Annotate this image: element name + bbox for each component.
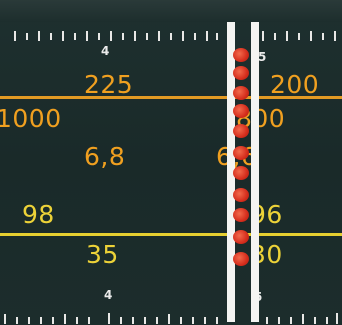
top-scale-mark-5: 5 <box>258 50 267 64</box>
top-scale-mark-4: 4 <box>101 44 110 58</box>
band3-left-value: 6,8 <box>84 142 126 171</box>
radio-tuning-dial: 4 5 225 200 1000 800 6,8 6,6 98 96 35 30 <box>0 0 342 325</box>
band1-right-value: 200 <box>270 70 320 99</box>
bottom-scale-mark-4: 4 <box>104 288 113 302</box>
band4-left-value: 98 <box>22 200 55 229</box>
dial-top-frame <box>0 0 342 22</box>
tuning-pointer-right-rail[interactable] <box>251 22 259 322</box>
band2-left-value: 1000 <box>0 104 62 133</box>
band5-left-value: 35 <box>86 240 119 269</box>
yellow-band-line <box>0 233 342 236</box>
band1-left-value: 225 <box>84 70 134 99</box>
